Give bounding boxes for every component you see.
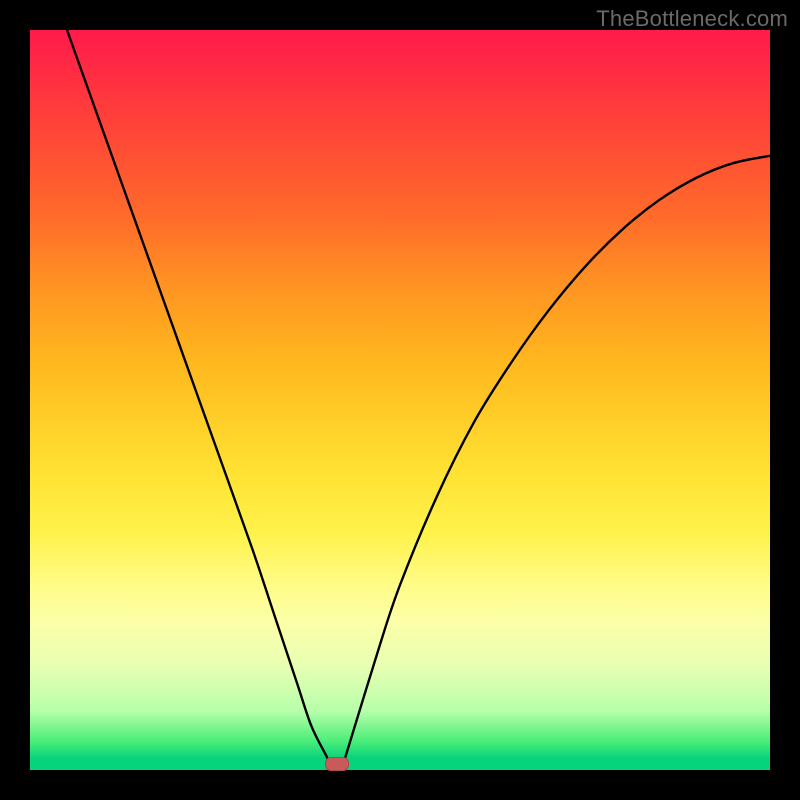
bottleneck-curve (30, 30, 770, 770)
watermark-text: TheBottleneck.com (596, 6, 788, 32)
plot-area (30, 30, 770, 770)
curve-path (67, 30, 770, 772)
chart-frame: TheBottleneck.com (0, 0, 800, 800)
optimal-marker (325, 757, 349, 771)
